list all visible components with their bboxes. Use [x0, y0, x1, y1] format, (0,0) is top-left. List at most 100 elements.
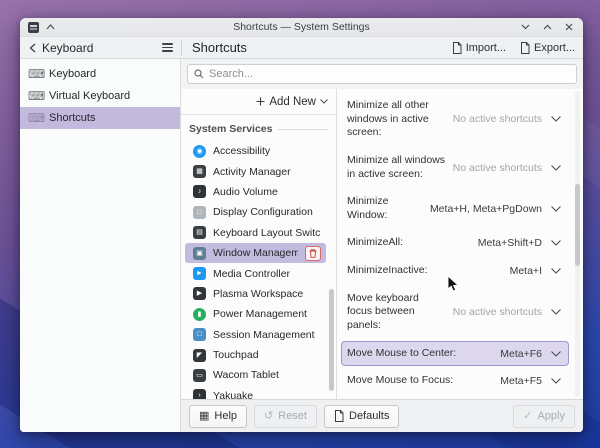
- chevron-down-icon[interactable]: [548, 165, 564, 171]
- chevron-down-icon[interactable]: [548, 116, 564, 122]
- minimize-button[interactable]: [519, 21, 531, 33]
- reset-button[interactable]: ↺ Reset: [254, 405, 317, 428]
- back-label[interactable]: Keyboard: [42, 41, 93, 55]
- back-icon[interactable]: [29, 43, 36, 53]
- close-button[interactable]: [563, 21, 575, 33]
- service-item-media-controller[interactable]: ►Media Controller: [185, 263, 326, 283]
- window-management-icon: ▣: [193, 247, 206, 260]
- shortcut-label: Minimize all other windows in active scr…: [347, 99, 447, 140]
- titlebar[interactable]: Shortcuts — System Settings: [20, 18, 583, 37]
- shortcuts-icon: ⌨: [28, 112, 42, 124]
- service-item-label: Keyboard Layout Switcher: [213, 227, 321, 239]
- chevron-down-icon[interactable]: [548, 378, 564, 384]
- service-item-label: Audio Volume: [213, 186, 321, 198]
- system-settings-window: Shortcuts — System Settings Keyboard Sho…: [20, 18, 583, 432]
- service-item-activity-manager[interactable]: ▦Activity Manager: [185, 161, 326, 181]
- plasma-workspace-icon: ▶: [193, 287, 206, 300]
- shortcut-row-minimize-window[interactable]: Minimize Window:Meta+H, Meta+PgDown: [341, 189, 569, 228]
- page-title: Shortcuts: [192, 40, 247, 55]
- shortcut-row-minimize-all-windows-in-active-screen[interactable]: Minimize all windows in active screen:No…: [341, 148, 569, 187]
- services-scrollbar[interactable]: [329, 289, 334, 391]
- service-item-label: Activity Manager: [213, 166, 321, 178]
- service-item-label: Yakuake: [213, 390, 321, 399]
- shortcut-row-minimizeall[interactable]: MinimizeAll:Meta+Shift+D: [341, 230, 569, 256]
- service-item-label: Wacom Tablet: [213, 369, 321, 381]
- shortcut-label: MinimizeInactive:: [347, 264, 497, 278]
- shortcut-value: Meta+H, Meta+PgDown: [430, 203, 542, 215]
- wacom-tablet-icon: ▭: [193, 369, 206, 382]
- shortcuts-pane: Minimize all other windows in active scr…: [337, 89, 583, 399]
- shortcut-label: Move Mouse to Focus:: [347, 374, 494, 388]
- accessibility-icon: ◉: [193, 145, 206, 158]
- services-list: ◉Accessibility▦Activity Manager ♪ Audio Vo…: [181, 139, 336, 399]
- chevron-down-icon[interactable]: [548, 240, 564, 246]
- power-management-icon: ▮: [193, 308, 206, 321]
- shortcut-label: Move keyboard focus between panels:: [347, 292, 447, 333]
- import-button[interactable]: Import...: [452, 42, 506, 54]
- sidebar-item-virtual-keyboard[interactable]: ⌨Virtual Keyboard: [20, 85, 180, 107]
- help-button[interactable]: ▦ Help: [189, 405, 247, 428]
- add-new-button[interactable]: Add New: [256, 96, 328, 108]
- session-management-icon: □: [193, 328, 206, 341]
- defaults-button[interactable]: Defaults: [324, 405, 399, 428]
- maximize-button[interactable]: [541, 21, 553, 33]
- search-icon: [194, 69, 204, 79]
- shortcut-row-move-mouse-to-focus[interactable]: Move Mouse to Focus:Meta+F5: [341, 368, 569, 394]
- menu-icon[interactable]: [160, 41, 175, 54]
- export-button[interactable]: Export...: [520, 42, 575, 54]
- chevron-down-icon[interactable]: [548, 309, 564, 315]
- shortcut-row-minimize-all-other-windows-in-active-screen[interactable]: Minimize all other windows in active scr…: [341, 93, 569, 146]
- service-item-keyboard-layout-switcher[interactable]: ▤ Keyboard Layout Switcher: [185, 223, 326, 243]
- undo-icon: ↺: [264, 411, 273, 422]
- shortcut-label: Minimize all windows in active screen:: [347, 154, 447, 181]
- service-item-session-management[interactable]: □Session Management: [185, 325, 326, 345]
- services-pane: Add New System Services ◉Accessibility▦A…: [181, 89, 337, 399]
- plus-icon: [256, 97, 265, 106]
- keyboard-icon: ⌨: [28, 68, 42, 80]
- service-item-yakuake[interactable]: ›Yakuake: [185, 386, 326, 399]
- sidebar-item-label: Keyboard: [49, 68, 96, 80]
- service-item-display-configuration[interactable]: □Display Configuration: [185, 202, 326, 222]
- sidebar-item-keyboard[interactable]: ⌨ Keyboard: [20, 63, 180, 85]
- shortcut-label: Move Mouse to Center:: [347, 347, 494, 361]
- shortcut-row-move-keyboard-focus-between-panels[interactable]: Move keyboard focus between panels: No ac…: [341, 286, 569, 339]
- search-row: Search...: [181, 59, 583, 89]
- service-item-accessibility[interactable]: ◉Accessibility: [185, 141, 326, 161]
- service-item-label: Touchpad: [213, 349, 321, 361]
- defaults-icon: [334, 410, 344, 422]
- shortcut-value: Meta+I: [510, 265, 542, 277]
- shortcut-value: Meta+F6: [500, 348, 542, 360]
- service-item-power-management[interactable]: ▮ Power Management: [185, 304, 326, 324]
- touchpad-icon: ◤: [193, 349, 206, 362]
- shortcut-row-minimizeinactive[interactable]: MinimizeInactive: Meta+I: [341, 258, 569, 284]
- chevron-down-icon[interactable]: [548, 206, 564, 212]
- checkmark-icon: ✓: [523, 411, 532, 422]
- service-item-window-management[interactable]: ▣ Window Management: [185, 243, 326, 263]
- chevron-down-icon[interactable]: [548, 268, 564, 274]
- service-item-label: Power Management: [213, 308, 321, 320]
- shortcuts-scrollbar[interactable]: [575, 184, 580, 266]
- shortcut-row-move-mouse-to-center[interactable]: Move Mouse to Center: Meta+F6: [341, 341, 569, 367]
- service-item-audio-volume[interactable]: ♪ Audio Volume: [185, 182, 326, 202]
- footer: ▦ Help ↺ Reset Defaults ✓ Apply: [181, 399, 583, 432]
- sidebar-item-label: Shortcuts: [49, 112, 95, 124]
- service-item-label: Media Controller: [213, 268, 321, 280]
- service-item-label: Window Management: [213, 247, 298, 259]
- search-input[interactable]: Search...: [187, 64, 577, 84]
- service-item-label: Plasma Workspace: [213, 288, 321, 300]
- delete-service-button[interactable]: [305, 246, 321, 261]
- apply-button[interactable]: ✓ Apply: [513, 405, 575, 428]
- export-icon: [520, 42, 530, 54]
- virtual-keyboard-icon: ⌨: [28, 90, 42, 102]
- service-item-touchpad[interactable]: ◤ Touchpad: [185, 345, 326, 365]
- shortcut-value: No active shortcuts: [453, 306, 542, 318]
- service-item-wacom-tablet[interactable]: ▭ Wacom Tablet: [185, 365, 326, 385]
- sidebar-item-shortcuts[interactable]: ⌨ Shortcuts: [20, 107, 180, 129]
- keyboard-layout-switcher-icon: ▤: [193, 226, 206, 239]
- shortcut-row-move-the-tablet-to-the-next-output[interactable]: Move the tablet to the next output:No ac…: [341, 396, 569, 399]
- sidebar: ⌨Keyboard⌨Virtual Keyboard⌨Shortcuts: [20, 59, 181, 432]
- service-item-plasma-workspace[interactable]: ▶ Plasma Workspace: [185, 284, 326, 304]
- audio-volume-icon: ♪: [193, 185, 206, 198]
- chevron-down-icon[interactable]: [548, 351, 564, 357]
- trash-icon: [309, 249, 317, 258]
